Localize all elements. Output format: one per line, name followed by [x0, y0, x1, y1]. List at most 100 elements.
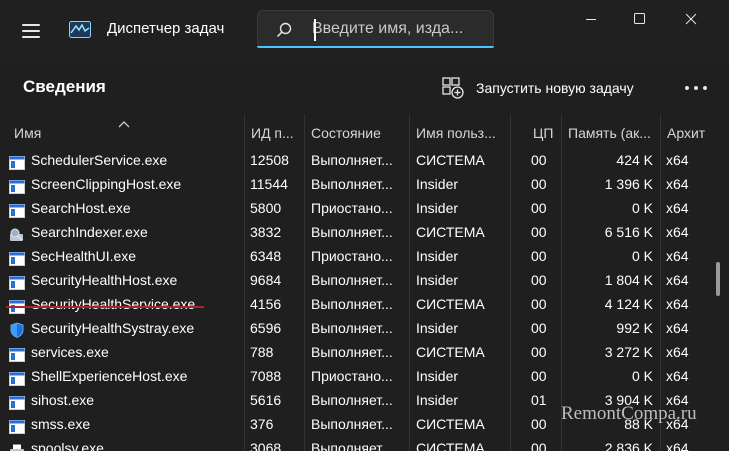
process-name-cell: smss.exe	[6, 412, 242, 436]
minimize-button[interactable]	[568, 0, 614, 40]
table-row[interactable]: ScreenClippingHost.exe 11544 Выполняет... I…	[0, 172, 729, 196]
vertical-scrollbar-thumb[interactable]	[716, 262, 720, 296]
username-cell: Insider	[416, 392, 459, 408]
more-options-icon[interactable]	[683, 75, 709, 101]
process-name-cell: SearchIndexer.exe	[6, 220, 242, 244]
cpu-cell: 00	[531, 440, 547, 451]
minimize-icon	[586, 19, 596, 20]
table-row[interactable]: SecurityHealthSystray.exe 6596 Выполняет..…	[0, 316, 729, 340]
search-box[interactable]	[257, 10, 494, 48]
architecture-cell: x64	[666, 176, 689, 192]
shield-icon	[9, 321, 25, 338]
process-name: SecurityHealthHost.exe	[31, 272, 178, 288]
close-icon	[685, 13, 697, 25]
run-new-task-button[interactable]: Запустить новую задачу	[442, 72, 634, 104]
memory-cell: 0 K	[631, 368, 653, 384]
process-details-table: Имя ИД п... Состояние Имя польз... ЦП Па…	[0, 114, 729, 451]
column-header-username[interactable]: Имя польз...	[409, 118, 509, 148]
status-cell: Выполняет...	[311, 176, 393, 192]
hamburger-menu-icon[interactable]	[22, 24, 40, 38]
maximize-button[interactable]	[617, 0, 663, 40]
memory-cell: 424 K	[616, 152, 653, 168]
memory-cell: 1 804 K	[604, 272, 653, 288]
status-cell: Выполняет...	[311, 152, 393, 168]
cpu-cell: 00	[531, 224, 547, 240]
status-cell: Выполняет...	[311, 320, 393, 336]
memory-cell: 992 K	[616, 320, 653, 336]
pid-cell: 376	[250, 416, 274, 432]
process-name-cell: ScreenClippingHost.exe	[6, 172, 242, 196]
process-name: SchedulerService.exe	[31, 152, 168, 168]
username-cell: Insider	[416, 248, 459, 264]
exe-window-icon	[9, 201, 25, 218]
column-header-memory[interactable]: Память (ак...	[561, 118, 660, 148]
architecture-cell: x64	[666, 440, 689, 451]
process-name-cell: SecurityHealthService.exe	[6, 292, 242, 316]
process-name: services.exe	[31, 344, 109, 360]
table-row[interactable]: SecHealthUI.exe 6348 Приостано... Insider 00…	[0, 244, 729, 268]
cpu-cell: 00	[531, 296, 547, 312]
status-cell: Выполняет...	[311, 296, 393, 312]
table-row[interactable]: SchedulerService.exe 12508 Выполняет... СИС…	[0, 148, 729, 172]
command-bar: Сведения Запустить новую задачу	[0, 62, 729, 114]
process-name: ScreenClippingHost.exe	[31, 176, 182, 192]
exe-window-icon	[9, 273, 25, 290]
username-cell: Insider	[416, 272, 459, 288]
cpu-cell: 00	[531, 200, 547, 216]
table-row[interactable]: SecurityHealthService.exe 4156 Выполняет..…	[0, 292, 729, 316]
memory-cell: 4 124 K	[604, 296, 653, 312]
pid-cell: 11544	[250, 176, 288, 192]
username-cell: Insider	[416, 368, 459, 384]
close-button[interactable]	[668, 0, 714, 40]
pid-cell: 3068	[250, 440, 282, 451]
status-cell: Выполняет...	[311, 416, 393, 432]
printer-icon	[9, 441, 25, 451]
indexer-icon	[9, 225, 25, 241]
process-name: SecurityHealthService.exe	[31, 296, 196, 312]
memory-cell: 0 K	[631, 200, 653, 216]
process-name-cell: SchedulerService.exe	[6, 148, 242, 172]
column-header-status[interactable]: Состояние	[304, 118, 408, 148]
status-cell: Выполняет...	[311, 392, 393, 408]
username-cell: Insider	[416, 200, 459, 216]
page-title: Сведения	[23, 77, 106, 96]
process-name: smss.exe	[31, 416, 91, 432]
memory-cell: 6 516 K	[604, 224, 653, 240]
process-name-cell: SearchHost.exe	[6, 196, 242, 220]
table-row[interactable]: SecurityHealthHost.exe 9684 Выполняет... In…	[0, 268, 729, 292]
column-header-pid[interactable]: ИД п...	[244, 118, 302, 148]
exe-window-icon	[9, 369, 25, 386]
username-cell: СИСТЕМА	[416, 224, 485, 240]
cpu-cell: 00	[531, 320, 547, 336]
architecture-cell: x64	[666, 248, 689, 264]
architecture-cell: x64	[666, 200, 689, 216]
table-row[interactable]: ShellExperienceHost.exe 7088 Приостано... I…	[0, 364, 729, 388]
pid-cell: 6596	[250, 320, 282, 336]
pid-cell: 7088	[250, 368, 282, 384]
pid-cell: 4156	[250, 296, 282, 312]
status-cell: Выполняет...	[311, 344, 393, 360]
column-divider	[660, 114, 661, 451]
username-cell: СИСТЕМА	[416, 296, 485, 312]
new-task-icon	[442, 77, 464, 99]
search-input[interactable]	[312, 18, 487, 40]
table-row[interactable]: spoolsv.exe 3068 Выполняет... СИСТЕМА 00 2 83…	[0, 436, 729, 451]
table-row[interactable]: SearchIndexer.exe 3832 Выполняет... СИСТЕМА…	[0, 220, 729, 244]
column-header-name[interactable]: Имя	[8, 118, 244, 148]
exe-window-icon	[9, 297, 25, 314]
table-row[interactable]: SearchHost.exe 5800 Приостано... Insider 00 0…	[0, 196, 729, 220]
cpu-cell: 00	[531, 272, 547, 288]
exe-window-icon	[9, 249, 25, 266]
architecture-cell: x64	[666, 272, 689, 288]
status-cell: Выполняет...	[311, 440, 393, 451]
process-name: SearchIndexer.exe	[31, 224, 148, 240]
table-row[interactable]: services.exe 788 Выполняет... СИСТЕМА 00 3 27…	[0, 340, 729, 364]
memory-cell: 1 396 K	[604, 176, 653, 192]
process-name-cell: SecHealthUI.exe	[6, 244, 242, 268]
column-header-architecture[interactable]: Архит	[660, 118, 720, 148]
cpu-cell: 00	[531, 368, 547, 384]
cpu-cell: 00	[531, 344, 547, 360]
pid-cell: 5616	[250, 392, 282, 408]
process-name: SearchHost.exe	[31, 200, 131, 216]
column-header-cpu[interactable]: ЦП	[510, 118, 560, 148]
